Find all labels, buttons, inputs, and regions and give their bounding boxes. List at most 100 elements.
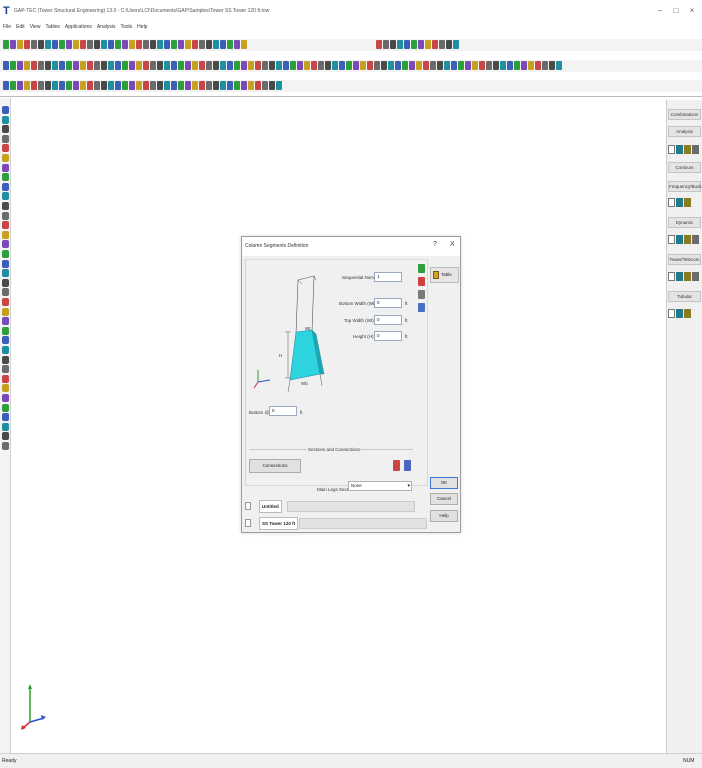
dialog-help-icon[interactable]: ? [433,241,437,248]
modeling-tool-button-icon[interactable] [87,61,93,70]
modeling-tool-button-icon[interactable] [395,61,401,70]
table-button[interactable]: Table [430,267,459,283]
modeling-tool-button-icon[interactable] [157,61,163,70]
standard-tool-button-icon[interactable] [206,40,212,49]
draw-tool-icon[interactable] [2,394,9,402]
draw-tool-icon[interactable] [2,384,9,393]
modeling-tool-button-icon[interactable] [458,61,464,70]
display-tool-button-icon[interactable] [122,81,128,90]
draw-tool-icon[interactable] [2,317,9,326]
run-tubular-icon[interactable] [676,309,683,318]
display-tool-button-icon[interactable] [129,81,135,90]
modeling-tool-button-icon[interactable] [24,61,30,70]
display-tool-button-icon[interactable] [199,81,205,90]
move-segment-icon[interactable] [418,303,425,312]
menu-tools[interactable]: Tools [120,24,132,34]
display-tool-button-icon[interactable] [276,81,282,90]
modeling-tool-button-icon[interactable] [178,61,184,70]
modeling-tool-button-icon[interactable] [556,61,562,70]
run-tower-icon[interactable] [676,272,683,281]
modeling-tool-button-icon[interactable] [297,61,303,70]
bottom-at-input[interactable]: 0 [269,406,297,416]
tab-checkbox[interactable] [245,519,251,527]
phone-icon[interactable] [692,235,699,244]
draw-tool-icon[interactable] [2,125,9,134]
tab-checkbox[interactable] [245,502,251,510]
delete-segment-icon[interactable] [418,277,425,286]
sequential-number-input[interactable]: 1 [374,272,402,282]
phone-icon[interactable] [692,272,699,281]
display-tool-button-icon[interactable] [101,81,107,90]
display-tool-button-icon[interactable] [115,81,121,90]
phone-icon[interactable] [692,145,699,154]
help-button[interactable]: Help [430,510,458,522]
draw-tool-icon[interactable] [2,269,9,278]
modeling-tool-button-icon[interactable] [507,61,513,70]
panel-tower-telecom[interactable]: Tower/Telecom [668,254,701,265]
minimize-button[interactable]: – [654,6,666,15]
modeling-tool-button-icon[interactable] [325,61,331,70]
modeling-tool-button-icon[interactable] [402,61,408,70]
display-tool-button-icon[interactable] [45,81,51,90]
draw-tool-icon[interactable] [2,259,9,268]
display-tool-button-icon[interactable] [248,81,254,90]
frequency-results-icon[interactable] [684,198,691,207]
modeling-tool-button-icon[interactable] [80,61,86,70]
draw-tool-icon[interactable] [2,163,9,172]
draw-tool-icon[interactable] [2,298,9,306]
modeling-tool-button-icon[interactable] [521,61,527,70]
height-input[interactable]: 0 [374,331,402,341]
modeling-tool-button-icon[interactable] [346,61,352,70]
draw-tool-icon[interactable] [2,432,9,441]
modeling-tool-button-icon[interactable] [241,61,247,70]
modeling-tool-button-icon[interactable] [52,61,58,70]
display-tool-button-icon[interactable] [220,81,226,90]
standard-tool-button-icon[interactable] [10,40,16,49]
standard-tool-button-icon[interactable] [45,40,51,49]
standard-tool-button-icon[interactable] [115,40,121,49]
standard-tool-button-icon[interactable] [80,40,86,49]
modeling-tool-button-icon[interactable] [115,61,121,70]
modeling-tool-button-icon[interactable] [486,61,492,70]
standard-tool-button-icon[interactable] [24,40,30,49]
modeling-tool-button-icon[interactable] [304,61,310,70]
standard-tool-button-icon[interactable] [150,40,156,49]
modeling-tool-button-icon[interactable] [227,61,233,70]
draw-tool-icon[interactable] [2,422,9,431]
modeling-tool-button-icon[interactable] [122,61,128,70]
standard-tool-button-icon[interactable] [220,40,226,49]
checkbox-icon[interactable] [668,145,675,154]
modeling-tool-button-icon[interactable] [248,61,254,70]
standard-tool-button-icon[interactable] [136,40,142,49]
modeling-tool-button-icon[interactable] [332,61,338,70]
display-tool-button-icon[interactable] [262,81,268,90]
standard-tool-button-icon[interactable] [241,40,247,49]
standard-tool-button-icon[interactable] [199,40,205,49]
display-tool-button-icon[interactable] [3,81,9,90]
modeling-tool-button-icon[interactable] [430,61,436,70]
draw-tool-icon[interactable] [2,182,9,191]
modeling-tool-button-icon[interactable] [38,61,44,70]
panel-tubular[interactable]: Tubular [668,291,701,302]
modeling-tool-button-icon[interactable] [17,61,23,70]
modeling-tool-button-icon[interactable] [311,61,317,70]
draw-tool-icon[interactable] [2,202,9,210]
modeling-tool-button-icon[interactable] [31,61,37,70]
standard-tool-button-icon[interactable] [108,40,114,49]
modeling-tool-button-icon[interactable] [129,61,135,70]
standard-tool-button-icon[interactable] [234,40,240,49]
display-tool-button-icon[interactable] [227,81,233,90]
modeling-tool-button-icon[interactable] [381,61,387,70]
maximize-button[interactable]: □ [670,6,682,15]
display-tool-button-icon[interactable] [24,81,30,90]
standard-tool-button-icon[interactable] [31,40,37,49]
draw-tool-icon[interactable] [2,221,9,230]
results-icon[interactable] [684,145,691,154]
modeling-tool-button-icon[interactable] [150,61,156,70]
display-tool-button-icon[interactable] [255,81,261,90]
display-tool-button-icon[interactable] [234,81,240,90]
view-tool-button-icon[interactable] [397,40,403,49]
ok-button[interactable]: OK [430,477,458,489]
section-tool-red-icon[interactable] [393,460,400,471]
modeling-tool-button-icon[interactable] [108,61,114,70]
